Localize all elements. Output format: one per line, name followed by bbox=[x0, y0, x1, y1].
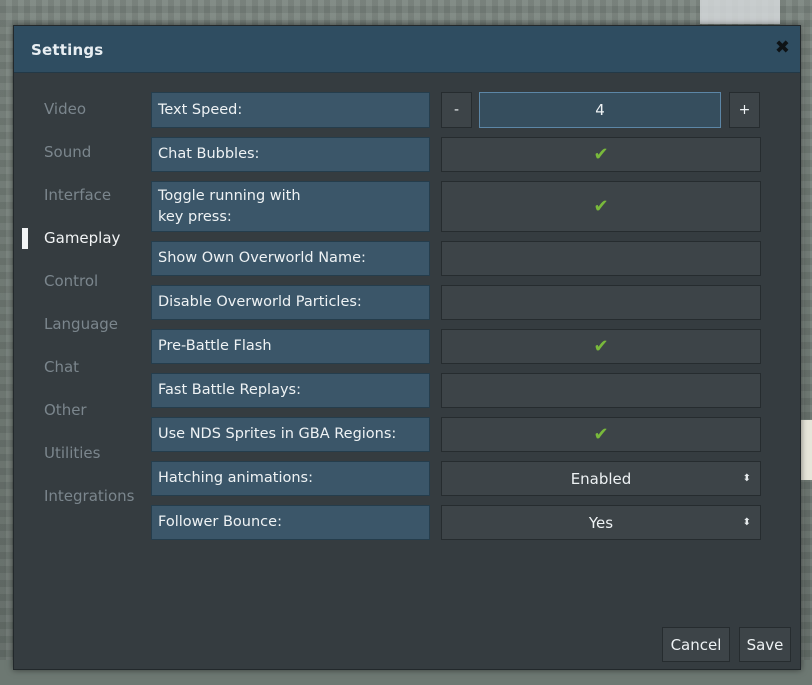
select-value: Enabled bbox=[570, 469, 632, 488]
setting-label: Chat Bubbles: bbox=[151, 137, 430, 172]
checkmark-icon: ✔ bbox=[593, 196, 609, 217]
sidebar-item-integrations[interactable]: Integrations bbox=[14, 478, 144, 521]
checkmark-icon: ✔ bbox=[593, 424, 609, 445]
setting-row-show-own-name: Show Own Overworld Name: bbox=[151, 241, 762, 276]
hatching-animations-select[interactable]: Enabled ⬍ bbox=[441, 461, 761, 496]
dialog-titlebar[interactable]: Settings ✖ bbox=[14, 26, 800, 73]
setting-label: Hatching animations: bbox=[151, 461, 430, 496]
setting-row-follower-bounce: Follower Bounce: Yes ⬍ bbox=[151, 505, 762, 540]
setting-row-fast-battle-replays: Fast Battle Replays: bbox=[151, 373, 762, 408]
close-icon[interactable]: ✖ bbox=[775, 37, 790, 58]
sidebar-item-interface[interactable]: Interface bbox=[14, 177, 144, 220]
toggle-running-checkbox[interactable]: ✔ bbox=[441, 181, 761, 232]
setting-row-hatching-animations: Hatching animations: Enabled ⬍ bbox=[151, 461, 762, 496]
follower-bounce-select[interactable]: Yes ⬍ bbox=[441, 505, 761, 540]
setting-row-disable-particles: Disable Overworld Particles: bbox=[151, 285, 762, 320]
setting-label: Toggle running with key press: bbox=[151, 181, 430, 232]
chat-bubbles-checkbox[interactable]: ✔ bbox=[441, 137, 761, 172]
text-speed-input[interactable]: 4 bbox=[479, 92, 721, 128]
setting-row-nds-sprites: Use NDS Sprites in GBA Regions: ✔ bbox=[151, 417, 762, 452]
nds-sprites-checkbox[interactable]: ✔ bbox=[441, 417, 761, 452]
sidebar-item-sound[interactable]: Sound bbox=[14, 134, 144, 177]
sidebar-item-video[interactable]: Video bbox=[14, 91, 144, 134]
decrement-button[interactable]: - bbox=[441, 92, 472, 128]
background-decoration bbox=[700, 0, 780, 24]
setting-row-pre-battle-flash: Pre-Battle Flash ✔ bbox=[151, 329, 762, 364]
setting-row-chat-bubbles: Chat Bubbles: ✔ bbox=[151, 137, 762, 172]
sidebar-item-gameplay[interactable]: Gameplay bbox=[14, 220, 144, 263]
fast-battle-replays-checkbox[interactable] bbox=[441, 373, 761, 408]
settings-dialog: Settings ✖ Video Sound Interface Gamepla… bbox=[13, 25, 801, 670]
sidebar-item-chat[interactable]: Chat bbox=[14, 349, 144, 392]
setting-row-text-speed: Text Speed: - 4 + bbox=[151, 92, 762, 128]
sidebar-item-utilities[interactable]: Utilities bbox=[14, 435, 144, 478]
setting-label: Text Speed: bbox=[151, 92, 430, 128]
setting-label: Fast Battle Replays: bbox=[151, 373, 430, 408]
sidebar-item-language[interactable]: Language bbox=[14, 306, 144, 349]
save-button[interactable]: Save bbox=[739, 627, 791, 662]
increment-button[interactable]: + bbox=[729, 92, 760, 128]
settings-sidebar: Video Sound Interface Gameplay Control L… bbox=[14, 91, 144, 521]
checkmark-icon: ✔ bbox=[593, 336, 609, 357]
setting-label: Disable Overworld Particles: bbox=[151, 285, 430, 320]
setting-label: Use NDS Sprites in GBA Regions: bbox=[151, 417, 430, 452]
cancel-button[interactable]: Cancel bbox=[662, 627, 730, 662]
dialog-title: Settings bbox=[31, 41, 104, 59]
setting-row-toggle-running: Toggle running with key press: ✔ bbox=[151, 181, 762, 232]
select-value: Yes bbox=[588, 513, 614, 532]
select-arrows-icon: ⬍ bbox=[742, 516, 751, 528]
setting-label: Show Own Overworld Name: bbox=[151, 241, 430, 276]
show-own-name-checkbox[interactable] bbox=[441, 241, 761, 276]
sidebar-item-other[interactable]: Other bbox=[14, 392, 144, 435]
sidebar-item-control[interactable]: Control bbox=[14, 263, 144, 306]
setting-label: Follower Bounce: bbox=[151, 505, 430, 540]
setting-label: Pre-Battle Flash bbox=[151, 329, 430, 364]
checkmark-icon: ✔ bbox=[593, 144, 609, 165]
select-arrows-icon: ⬍ bbox=[742, 472, 751, 484]
pre-battle-flash-checkbox[interactable]: ✔ bbox=[441, 329, 761, 364]
disable-particles-checkbox[interactable] bbox=[441, 285, 761, 320]
